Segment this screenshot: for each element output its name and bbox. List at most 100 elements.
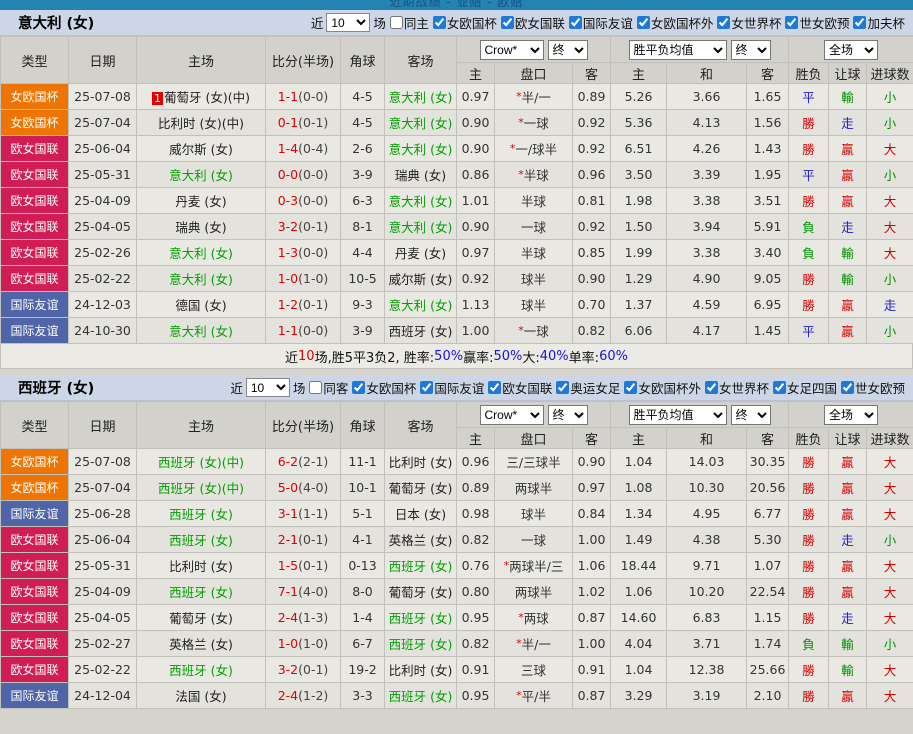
match-type-badge: 女欧国杯 — [0, 474, 69, 501]
fulltime-score: 2-4 — [277, 688, 299, 703]
section-header-bar: 意大利 (女) 近 10 场 同主 女欧国杯 欧女国联 国际友谊 女欧国杯外 女世界杯 世女欧预 加夫… — [0, 10, 913, 36]
asian-odds-group-header: Crow* 终 — [455, 401, 612, 428]
league-filter-checkbox[interactable] — [704, 381, 718, 394]
odds-sub-header-3: 主 — [610, 62, 668, 84]
league-filter-checkbox[interactable] — [500, 16, 514, 29]
result-outcome: 勝 — [788, 526, 830, 553]
match-date: 25-06-04 — [68, 135, 137, 162]
league-filter-checkbox[interactable] — [636, 16, 650, 29]
asian-home-odds: 0.82 — [456, 526, 495, 553]
summary-segment: 50% — [434, 348, 464, 364]
away-team: 西班牙 (女) — [384, 630, 457, 657]
league-filter-label: 欧女国联 — [514, 16, 565, 31]
match-type-badge: 欧女国联 — [0, 552, 69, 579]
match-date: 25-07-04 — [68, 474, 137, 501]
final-odds-select[interactable]: 终 — [547, 39, 588, 60]
asian-away-odds: 0.92 — [571, 213, 612, 240]
match-row: 女欧国杯 25-07-08 1 葡萄牙 (女)(中) 1-1(0-0) 4-5 意大利 (女… — [0, 83, 913, 110]
home-team-name: 葡萄牙 (女) — [169, 611, 233, 626]
league-filter-label: 加夫杯 — [867, 16, 905, 31]
euro-avg-select[interactable]: 胜平负均值 — [628, 404, 727, 425]
odds-sub-header-5: 客 — [746, 62, 790, 84]
away-team: 意大利 (女) — [384, 187, 457, 214]
home-team: 1 葡萄牙 (女)(中) — [136, 83, 266, 110]
home-team: 意大利 (女) — [136, 161, 266, 188]
matches-table: 类型 日期 主场 比分(半场) 角球 客场 Crow* 终胜平负均值终全场主盘口客主和客胜负让… — [0, 36, 913, 344]
match-count-select[interactable]: 10 — [326, 13, 371, 32]
euro-draw-odds: 3.38 — [666, 187, 748, 214]
match-date: 24-12-04 — [68, 682, 137, 709]
handicap-text: 三球 — [520, 663, 546, 678]
asian-home-odds: 0.95 — [456, 604, 495, 631]
euro-win-odds: 1.99 — [610, 239, 668, 266]
league-filter-checkbox[interactable] — [488, 381, 502, 394]
summary-segment: 单率: — [568, 350, 600, 366]
scope-group-header: 全场 — [788, 401, 913, 428]
result-outcome: 勝 — [788, 656, 830, 683]
asian-handicap: *两球半/三 — [494, 552, 573, 579]
halftime-score: (1-1) — [298, 506, 329, 521]
result-handicap: 贏 — [828, 500, 868, 527]
match-date: 25-05-31 — [68, 161, 137, 188]
score: 1-1(0-0) — [265, 317, 341, 344]
league-filter-checkbox[interactable] — [717, 16, 731, 29]
league-filter-checkbox[interactable] — [420, 381, 434, 394]
section-header-bar: 西班牙 (女) 近 10 场 同客 女欧国杯 国际友谊 欧女国联 奥运女足 女欧国杯外 女世界杯 女足… — [0, 375, 913, 401]
league-filter-checkbox[interactable] — [352, 381, 366, 394]
home-team: 西班牙 (女)(中) — [136, 448, 266, 475]
fulltime-score: 2-4 — [277, 610, 299, 625]
top-nav-links[interactable]: 近期战绩 - 亚赔 - 欧赔 — [0, 0, 913, 10]
fulltime-score: 6-2 — [277, 454, 299, 469]
fulltime-score: 5-0 — [277, 480, 299, 495]
league-filter-checkbox[interactable] — [556, 381, 570, 394]
final-euro-select[interactable]: 终 — [730, 39, 771, 60]
result-handicap: 贏 — [828, 682, 868, 709]
league-filter-checkbox[interactable] — [624, 381, 638, 394]
summary-segment: 10 — [298, 348, 315, 364]
scope-select[interactable]: 全场 — [824, 404, 879, 425]
bookmaker-select[interactable]: Crow* — [479, 404, 544, 425]
corner-count: 11-1 — [340, 448, 385, 475]
fulltime-score: 2-1 — [277, 532, 299, 547]
home-team: 意大利 (女) — [136, 317, 266, 344]
away-team: 西班牙 (女) — [384, 604, 457, 631]
odds-sub-header-4: 和 — [666, 62, 748, 84]
result-handicap: 贏 — [828, 135, 868, 162]
final-odds-select[interactable]: 终 — [547, 404, 588, 425]
scope-select[interactable]: 全场 — [824, 39, 879, 60]
same-venue-checkbox[interactable] — [309, 381, 323, 394]
away-team: 丹麦 (女) — [384, 239, 457, 266]
score: 3-2(0-1) — [265, 213, 341, 240]
same-venue-checkbox[interactable] — [389, 16, 403, 29]
home-team: 法国 (女) — [136, 682, 266, 709]
league-filter-checkbox[interactable] — [853, 16, 867, 29]
euro-lose-odds: 5.91 — [746, 213, 790, 240]
league-filter-checkbox[interactable] — [785, 16, 799, 29]
match-date: 25-06-28 — [68, 500, 137, 527]
handicap-text: 球半 — [520, 507, 546, 522]
team-title: 意大利 (女) — [18, 16, 95, 32]
league-filter-checkbox[interactable] — [568, 16, 582, 29]
col-header-1: 日期 — [68, 401, 137, 449]
asian-away-odds: 1.00 — [571, 526, 612, 553]
asian-away-odds: 0.91 — [571, 656, 612, 683]
euro-avg-select[interactable]: 胜平负均值 — [628, 39, 727, 60]
corner-count: 4-1 — [340, 526, 385, 553]
bookmaker-select[interactable]: Crow* — [479, 39, 544, 60]
halftime-score: (0-1) — [298, 115, 329, 130]
col-header-4: 角球 — [340, 36, 385, 84]
match-date: 25-02-27 — [68, 630, 137, 657]
league-filter-checkbox[interactable] — [840, 381, 854, 394]
euro-win-odds: 1.04 — [610, 448, 668, 475]
match-row: 欧女国联 25-06-04 威尔斯 (女) 1-4(0-4) 2-6 意大利 (女) 0.9… — [0, 135, 913, 162]
final-euro-select[interactable]: 终 — [730, 404, 771, 425]
match-row: 欧女国联 25-06-04 西班牙 (女) 2-1(0-1) 4-1 英格兰 (女) 0.8… — [0, 526, 913, 553]
home-team: 西班牙 (女) — [136, 526, 266, 553]
match-row: 欧女国联 25-02-26 意大利 (女) 1-3(0-0) 4-4 丹麦 (女) 0.97… — [0, 239, 913, 266]
score: 5-0(4-0) — [265, 474, 341, 501]
home-team: 西班牙 (女)(中) — [136, 474, 266, 501]
league-filter-checkbox[interactable] — [772, 381, 786, 394]
league-filter-checkbox[interactable] — [432, 16, 446, 29]
match-count-select[interactable]: 10 — [245, 378, 290, 397]
summary-segment: 赢率: — [463, 350, 494, 366]
